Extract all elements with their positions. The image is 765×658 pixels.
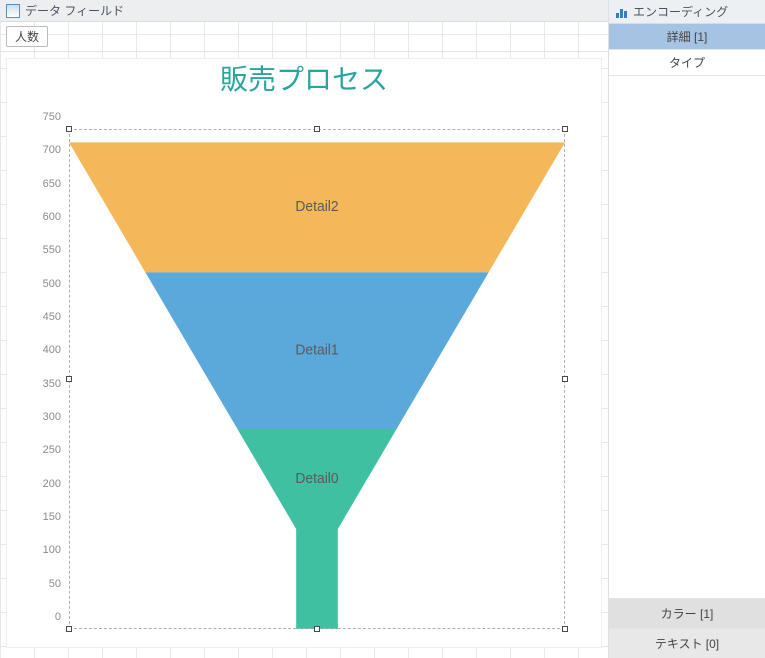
y-tick: 500	[27, 278, 67, 290]
encoding-text-item[interactable]: テキスト [0]	[609, 628, 765, 658]
field-panel-header: データ フィールド	[0, 0, 608, 22]
encoding-panel: エンコーディング 詳細 [1] タイプ カラー [1] テキスト [0]	[608, 0, 765, 658]
chart-container[interactable]: 販売プロセス Detail2Detail1Detail0 0501001	[6, 58, 602, 648]
y-tick: 600	[27, 211, 67, 223]
y-tick: 100	[27, 544, 67, 556]
y-tick: 750	[27, 111, 67, 123]
encoding-header: エンコーディング	[609, 0, 765, 24]
resize-handle-bm[interactable]	[314, 626, 320, 632]
y-tick: 350	[27, 378, 67, 390]
encoding-detail-item[interactable]: 詳細 [1]	[609, 24, 765, 50]
y-tick: 50	[27, 578, 67, 590]
y-tick: 650	[27, 178, 67, 190]
encoding-icon	[615, 5, 628, 18]
resize-handle-mr[interactable]	[562, 376, 568, 382]
resize-handle-tm[interactable]	[314, 126, 320, 132]
encoding-title: エンコーディング	[633, 3, 728, 20]
y-tick: 700	[27, 144, 67, 156]
y-tick: 200	[27, 478, 67, 490]
field-tag-row: 人数	[0, 22, 608, 52]
resize-handle-tr[interactable]	[562, 126, 568, 132]
y-axis: 0 50 100 150 200 250 300 350 400 450 500 550 600 650 7…	[27, 129, 67, 629]
y-tick: 250	[27, 444, 67, 456]
y-tick: 150	[27, 511, 67, 523]
selection-box[interactable]	[69, 129, 565, 629]
y-tick: 300	[27, 411, 67, 423]
y-tick: 450	[27, 311, 67, 323]
resize-handle-br[interactable]	[562, 626, 568, 632]
field-tag[interactable]: 人数	[6, 26, 48, 47]
encoding-color-item[interactable]: カラー [1]	[609, 598, 765, 628]
fields-icon	[6, 4, 20, 18]
y-tick: 550	[27, 244, 67, 256]
plot-area[interactable]: Detail2Detail1Detail0	[69, 129, 565, 629]
y-tick: 0	[27, 611, 67, 623]
y-tick: 400	[27, 344, 67, 356]
chart-title: 販売プロセス	[7, 59, 601, 101]
encoding-type-item[interactable]: タイプ	[609, 50, 765, 76]
field-panel-title: データ フィールド	[25, 2, 124, 19]
